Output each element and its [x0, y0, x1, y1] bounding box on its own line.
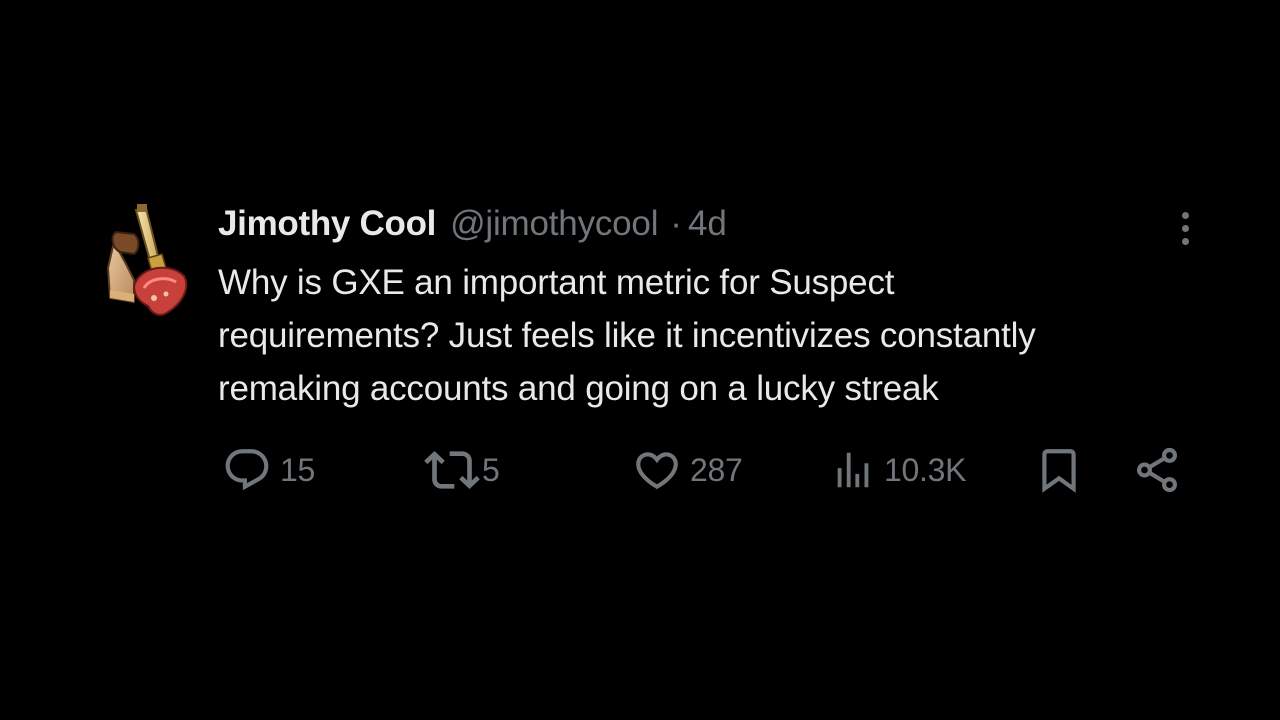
share-button[interactable] — [1132, 440, 1182, 500]
tweet-header: Jimothy Cool @jimothycool · 4d — [218, 202, 727, 246]
retweet-count: 5 — [482, 451, 500, 488]
tweet-text-line: Why is GXE an important metric for Suspe… — [218, 263, 895, 302]
more-dot-icon — [1181, 237, 1189, 245]
bookmark-icon — [1042, 449, 1076, 493]
like-count: 287 — [690, 451, 743, 488]
views-button[interactable]: 10.3K — [830, 440, 966, 500]
reply-icon — [225, 449, 269, 491]
reply-count: 15 — [280, 451, 315, 488]
heart-icon — [636, 452, 678, 490]
reply-button[interactable]: 15 — [222, 440, 315, 500]
more-options-button[interactable] — [1168, 206, 1202, 250]
avatar-icon — [106, 204, 188, 316]
retweet-icon — [424, 451, 480, 489]
tweet-text-line: requirements? Just feels like it incenti… — [218, 316, 1036, 355]
timestamp[interactable]: 4d — [688, 204, 727, 244]
view-count: 10.3K — [884, 451, 967, 488]
retweet-button[interactable]: 5 — [424, 440, 500, 500]
more-dot-icon — [1181, 211, 1189, 219]
avatar[interactable] — [104, 202, 190, 320]
tweet-text-line: remaking accounts and going on a lucky s… — [218, 369, 939, 408]
user-handle[interactable]: @jimothycool — [450, 204, 658, 244]
separator-dot: · — [670, 204, 682, 243]
like-button[interactable]: 287 — [632, 440, 743, 500]
tweet-text: Why is GXE an important metric for Suspe… — [218, 256, 1218, 415]
share-icon — [1137, 447, 1177, 493]
display-name[interactable]: Jimothy Cool — [218, 204, 436, 244]
more-dot-icon — [1181, 224, 1189, 232]
action-bar: 15 5 287 10.3K — [0, 440, 1280, 500]
views-icon — [837, 452, 869, 488]
tweet: Jimothy Cool @jimothycool · 4d Why is GX… — [0, 0, 1280, 720]
bookmark-button[interactable] — [1034, 440, 1084, 500]
